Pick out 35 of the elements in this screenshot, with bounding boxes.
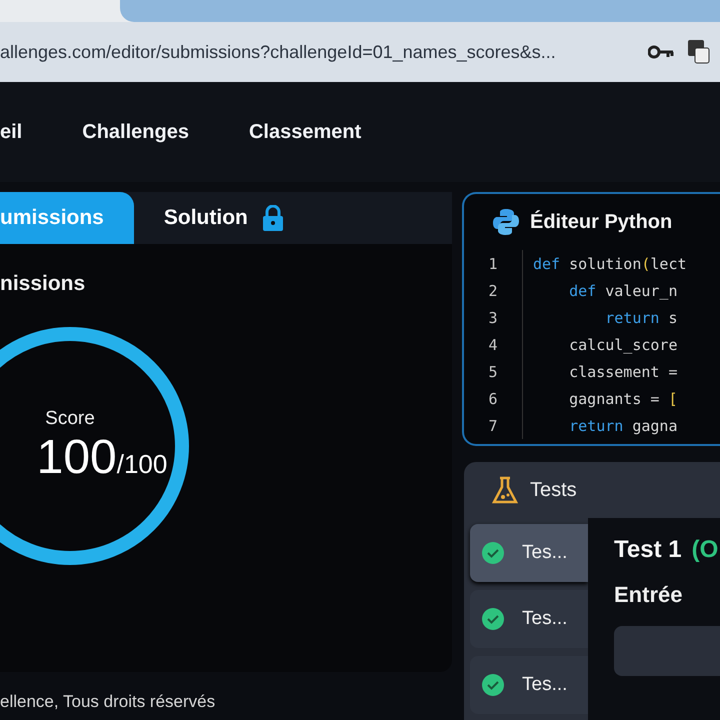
score-label: Score bbox=[45, 408, 95, 430]
nav-link[interactable]: eil bbox=[0, 120, 22, 144]
code-line: gagnants = [ bbox=[568, 390, 678, 408]
editor-title: Éditeur Python bbox=[530, 210, 672, 234]
nav-link[interactable]: Challenges bbox=[82, 120, 189, 144]
input-label: Entrée bbox=[614, 582, 684, 608]
test-status: (O bbox=[692, 536, 718, 564]
test-name: Test 1 bbox=[614, 536, 682, 564]
test-item[interactable]: Tes... bbox=[470, 524, 588, 582]
line-number: 6 bbox=[464, 385, 523, 412]
line-number: 4 bbox=[464, 331, 523, 358]
nav-link[interactable]: Classement bbox=[248, 120, 362, 144]
line-number: 5 bbox=[464, 358, 523, 385]
translate-icon[interactable] bbox=[688, 40, 710, 64]
tab[interactable]: Solution bbox=[164, 192, 314, 244]
test-item[interactable]: Tes... bbox=[470, 656, 588, 714]
code-line: def valeur_n bbox=[568, 282, 678, 300]
flask-icon bbox=[492, 476, 518, 504]
tests-title: Tests bbox=[530, 478, 577, 502]
code-line: classement = bbox=[568, 362, 678, 380]
code-line: calcul_score bbox=[568, 336, 678, 354]
section-title: nissions bbox=[0, 272, 86, 296]
code-line: return gagna bbox=[568, 416, 678, 434]
line-number: 7 bbox=[464, 412, 523, 439]
line-number: 1 bbox=[464, 250, 523, 277]
python-icon bbox=[492, 208, 520, 236]
line-number: 3 bbox=[464, 304, 523, 331]
key-icon[interactable] bbox=[648, 45, 674, 59]
line-number: 2 bbox=[464, 277, 523, 304]
lock-icon bbox=[262, 205, 284, 231]
code-line: return s bbox=[604, 308, 678, 326]
score-value: 100/100 bbox=[36, 430, 168, 484]
code-line: def solution(lect bbox=[532, 254, 687, 272]
test-item[interactable]: Tes... bbox=[470, 590, 588, 648]
footer-text: ellence, Tous droits réservés bbox=[0, 692, 216, 712]
